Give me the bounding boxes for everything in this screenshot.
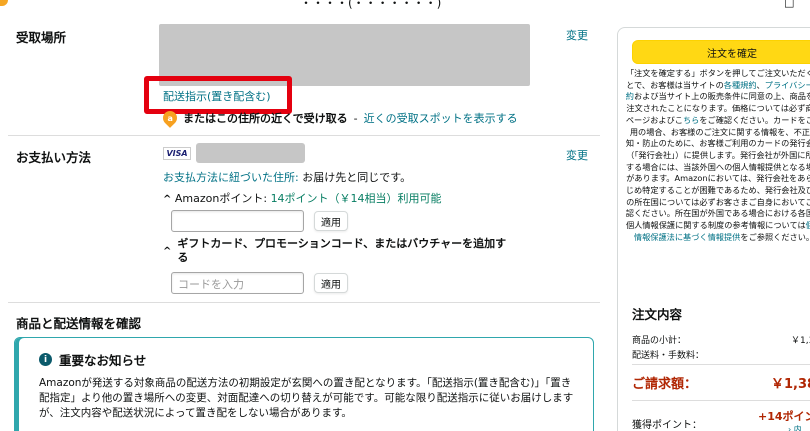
pickup-row: a またはこの住所の近くで受け取る - 近くの受取スポットを表示する: [160, 108, 518, 128]
change-address-link[interactable]: 変更: [566, 27, 588, 43]
chevron-up-icon: ^: [163, 194, 172, 205]
gift-card-label: ギフトカード、プロモーションコード、またはバウチャーを追加する: [177, 237, 507, 264]
top-bar: ・・・・(・・・・・・・) □: [0, 0, 810, 10]
billing-address-link[interactable]: お支払方法に紐づいた住所:: [163, 171, 299, 184]
delivery-section-title: 受取場所: [16, 30, 67, 45]
change-payment-link[interactable]: 変更: [566, 147, 588, 163]
pickup-separator: -: [353, 111, 358, 125]
terms-part: をご確認ください。カードをご利用の場合、お客様のご注文に関する情報を、不正検知・…: [625, 114, 810, 231]
pickup-label: またはこの住所の近くで受け取る: [183, 112, 348, 125]
total-value: ￥1,38: [771, 377, 810, 392]
points-details-link[interactable]: › 内: [788, 424, 802, 431]
visa-card-icon: VISA: [163, 147, 191, 160]
shipping-label: 配送料・手数料：: [632, 351, 705, 361]
order-summary-panel: 注文を確定 「注文を確定する」ボタンを押してご注文いただくことで、お客様は当サイ…: [617, 27, 810, 431]
show-pickup-spots-link[interactable]: 近くの受取スポットを表示する: [364, 110, 518, 126]
terms-part: 、: [756, 79, 765, 90]
summary-divider: [632, 364, 810, 365]
payment-section-title: お支払い方法: [16, 150, 92, 165]
delivery-instructions-link[interactable]: 配送指示(置き配含む): [163, 88, 271, 104]
important-notice: i 重要なお知らせ Amazonが発送する対象商品の配送方法の初期設定が玄関への…: [14, 337, 594, 431]
info-icon: i: [39, 353, 52, 366]
terms-link[interactable]: 各種規約: [724, 80, 757, 90]
apply-code-button[interactable]: 適用: [314, 273, 348, 293]
billing-address: お支払方法に紐づいた住所: お届け先と同じです。: [163, 169, 411, 185]
subtotal-value: ￥1,3: [791, 336, 810, 346]
billing-address-text: お届け先と同じです。: [298, 171, 412, 184]
lock-icon: □: [784, 0, 795, 9]
redacted-card-number: [196, 143, 305, 163]
section-divider: [8, 135, 600, 136]
amazon-points-toggle[interactable]: ^ Amazonポイント: 14ポイント（￥14相当）利用可能: [163, 190, 442, 206]
price-here-link[interactable]: ちら: [683, 115, 699, 125]
terms-part: をご参照ください。: [740, 231, 810, 242]
summary-divider: [632, 400, 810, 401]
order-summary-title: 注文内容: [632, 307, 683, 322]
gift-card-toggle[interactable]: ^ ギフトカード、プロモーションコード、またはバウチャーを追加する: [163, 237, 507, 265]
total-label: ご請求額：: [632, 377, 698, 392]
notice-title: i 重要なお知らせ: [39, 350, 146, 369]
points-input[interactable]: [171, 210, 304, 232]
pickup-location-icon: a: [160, 108, 180, 128]
terms-text: 「注文を確定する」ボタンを押してご注文いただくことで、お客様は当サイトの各種規約…: [624, 68, 810, 244]
earned-points-label: 獲得ポイント：: [632, 420, 702, 431]
apply-points-button[interactable]: 適用: [314, 211, 348, 231]
chevron-up-icon: ^: [163, 245, 172, 257]
points-prefix: Amazonポイント:: [174, 192, 271, 205]
earned-points-value: +14ポイン: [758, 410, 810, 423]
notice-title-text: 重要なお知らせ: [59, 353, 147, 368]
amazon-logo-icon[interactable]: [0, 0, 8, 6]
checkout-title: ・・・・(・・・・・・・): [300, 0, 442, 10]
points-available: 14ポイント（￥14相当）利用可能: [270, 192, 442, 205]
section-divider: [8, 302, 600, 303]
notice-body: Amazonが発送する対象商品の配送方法の初期設定が玄関への置き配となります。「…: [39, 377, 574, 419]
review-section-title: 商品と配送情報を確認: [16, 316, 142, 331]
promo-code-input[interactable]: コードを入力: [171, 272, 304, 294]
subtotal-label: 商品の小計：: [632, 336, 687, 346]
place-order-button[interactable]: 注文を確定: [632, 40, 810, 64]
